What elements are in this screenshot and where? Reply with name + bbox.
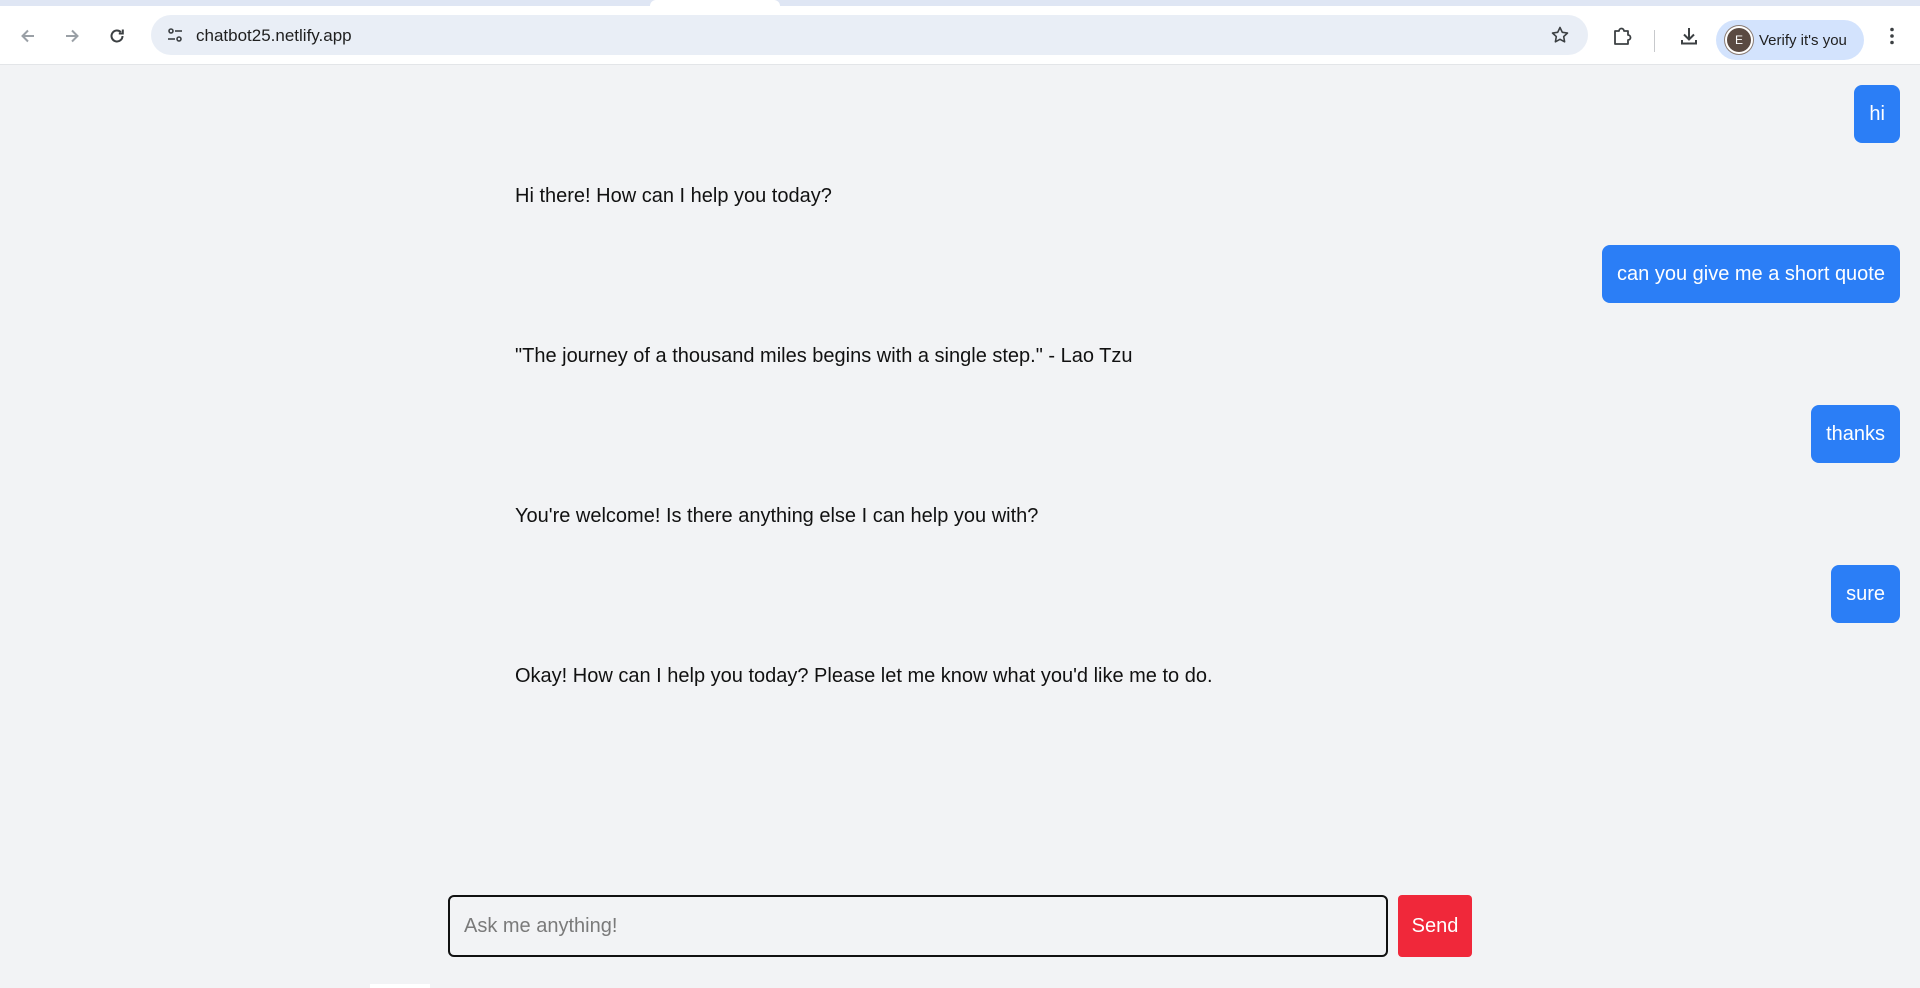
chat-input-row: Send (448, 895, 1472, 957)
url-text[interactable]: chatbot25.netlify.app (196, 26, 352, 46)
send-button[interactable]: Send (1398, 895, 1472, 957)
user-message: hi (1854, 85, 1900, 143)
menu-icon (1890, 27, 1894, 45)
site-info-icon (168, 28, 182, 42)
chat-input[interactable] (448, 895, 1388, 957)
back-button[interactable] (14, 22, 42, 50)
profile-verify-button[interactable]: E Verify it's you (1716, 20, 1864, 60)
bot-message: Hi there! How can I help you today? (515, 185, 832, 207)
site-info-button[interactable] (161, 21, 189, 49)
bot-message: "The journey of a thousand miles begins … (515, 345, 1133, 367)
browser-menu-button[interactable] (1877, 21, 1907, 51)
reload-button[interactable] (103, 22, 131, 50)
avatar: E (1727, 28, 1751, 52)
extensions-button[interactable] (1607, 21, 1637, 51)
bookmark-star-icon (1551, 26, 1569, 43)
user-message: thanks (1811, 405, 1900, 463)
download-icon (1681, 28, 1697, 45)
extensions-icon (1614, 27, 1632, 45)
forward-button[interactable] (58, 22, 86, 50)
address-bar[interactable]: chatbot25.netlify.app (151, 15, 1588, 55)
back-icon (21, 29, 34, 43)
user-message: sure (1831, 565, 1900, 623)
toolbar-divider (1654, 30, 1655, 52)
bot-message: Okay! How can I help you today? Please l… (515, 665, 1213, 687)
downloads-button[interactable] (1674, 21, 1704, 51)
reload-icon (110, 29, 124, 43)
profile-verify-label: Verify it's you (1759, 31, 1847, 49)
bot-message: You're welcome! Is there anything else I… (515, 505, 1039, 527)
chat-window: hi Hi there! How can I help you today? c… (0, 65, 1920, 988)
bottom-edge-indicator (370, 984, 430, 988)
user-message: can you give me a short quote (1602, 245, 1900, 303)
bookmark-button[interactable] (1546, 21, 1574, 49)
browser-toolbar: chatbot25.netlify.app E Verify it's you (0, 6, 1920, 65)
forward-icon (66, 29, 79, 43)
